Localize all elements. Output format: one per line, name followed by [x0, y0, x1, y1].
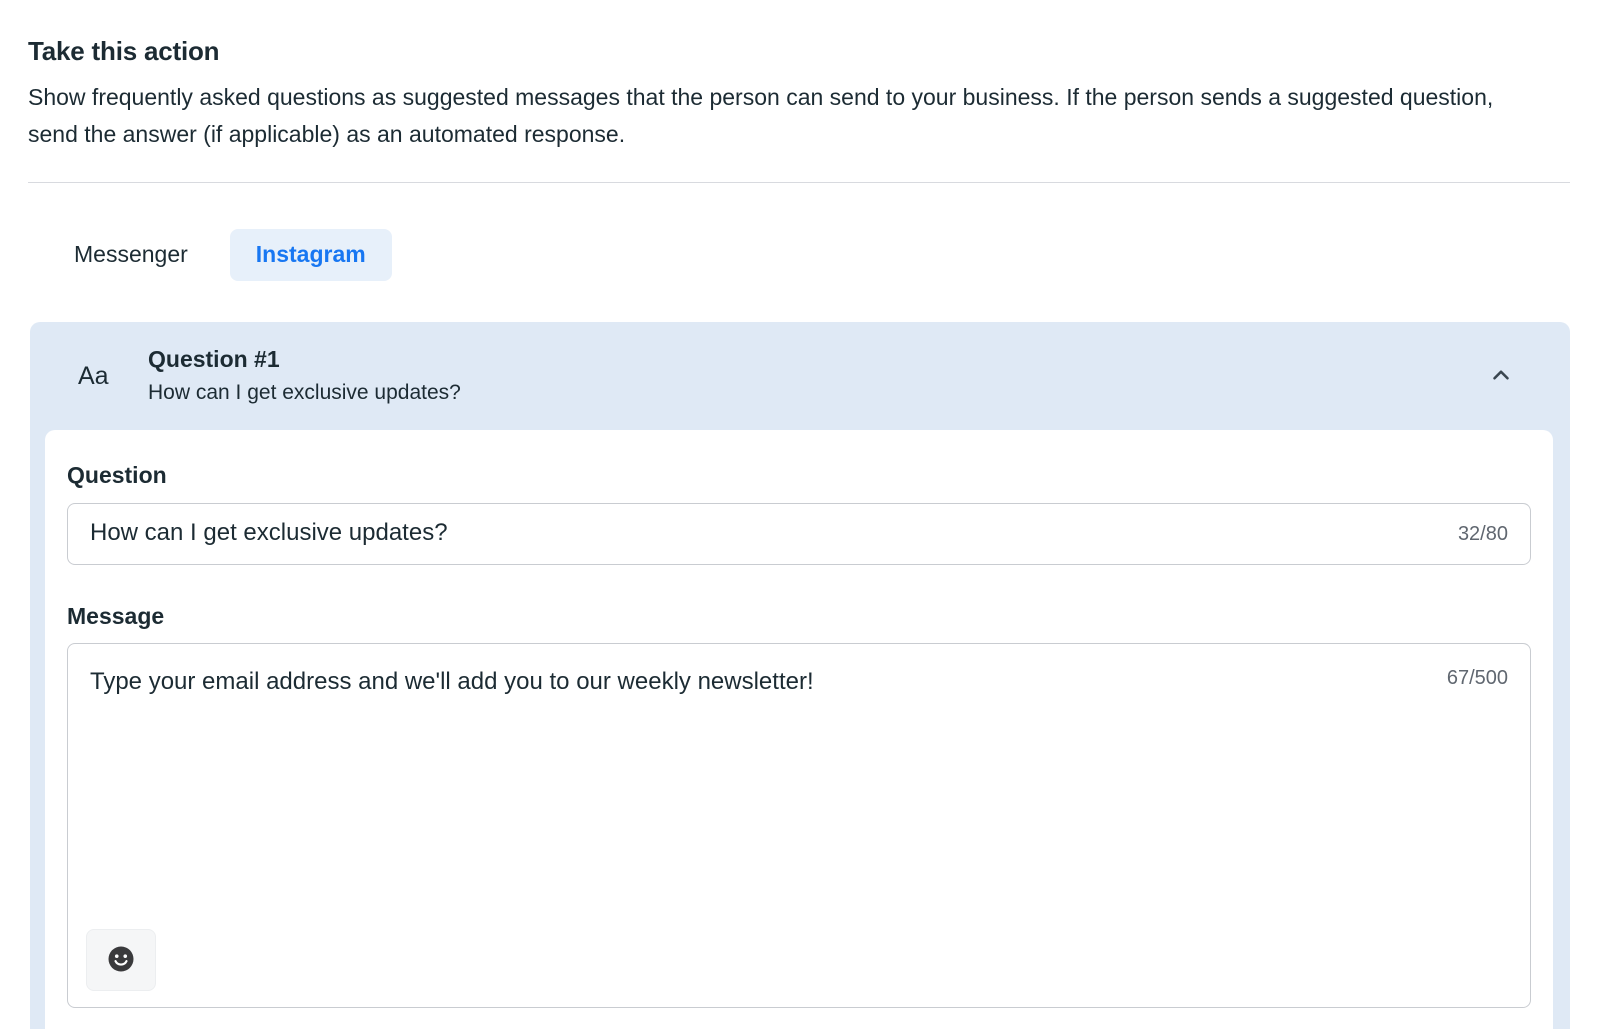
question-accordion-header[interactable]: Aa Question #1 How can I get exclusive u… [30, 322, 1570, 430]
channel-tabs: Messenger Instagram [48, 229, 392, 281]
tab-messenger[interactable]: Messenger [48, 229, 214, 281]
question-char-counter: 32/80 [1458, 522, 1508, 546]
message-field-label: Message [67, 603, 1531, 631]
header-divider [28, 182, 1570, 183]
message-textarea-value: Type your email address and we'll add yo… [90, 666, 1431, 697]
page-title: Take this action [28, 36, 1528, 67]
page-root: Take this action Show frequently asked q… [0, 0, 1600, 1029]
message-char-counter: 67/500 [1447, 666, 1508, 690]
question-accordion-header-text: Question #1 How can I get exclusive upda… [148, 344, 1478, 408]
question-subtitle: How can I get exclusive updates? [148, 378, 1478, 408]
question-input[interactable]: How can I get exclusive updates? 32/80 [67, 503, 1531, 565]
text-format-icon: Aa [78, 364, 120, 389]
emoji-smiley-icon [106, 944, 136, 977]
action-header: Take this action Show frequently asked q… [28, 36, 1528, 154]
question-accordion-panel: Aa Question #1 How can I get exclusive u… [30, 322, 1570, 1029]
collapse-toggle-button[interactable] [1478, 353, 1524, 399]
message-textarea[interactable]: Type your email address and we'll add yo… [67, 643, 1531, 1008]
page-description: Show frequently asked questions as sugge… [28, 79, 1518, 154]
tab-instagram[interactable]: Instagram [230, 229, 392, 281]
question-title: Question #1 [148, 344, 1478, 375]
question-edit-card: Question How can I get exclusive updates… [45, 430, 1553, 1029]
chevron-up-icon [1488, 362, 1514, 391]
message-textarea-row: Type your email address and we'll add yo… [90, 666, 1508, 697]
question-input-value: How can I get exclusive updates? [90, 519, 1442, 548]
question-field-label: Question [67, 462, 1531, 490]
emoji-picker-button[interactable] [86, 929, 156, 991]
